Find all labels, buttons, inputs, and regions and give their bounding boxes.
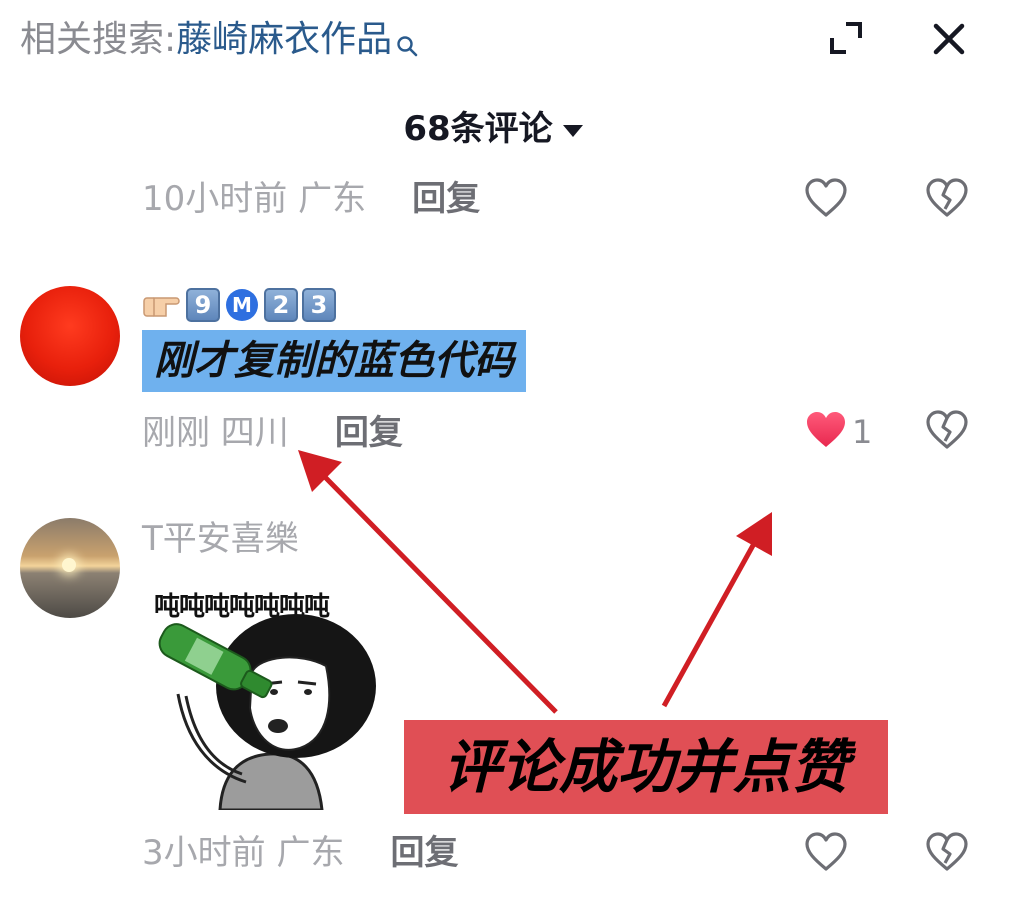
avatar-sun [62, 558, 76, 572]
related-search[interactable]: 相关搜索:藤崎麻衣作品 [20, 16, 418, 70]
circled-m: M [226, 289, 258, 321]
heart-icon[interactable] [804, 410, 848, 454]
reply-button[interactable]: 回复 [390, 833, 458, 873]
avatar[interactable] [20, 286, 120, 386]
caret-down-icon [562, 103, 583, 153]
broken-heart-icon[interactable] [924, 410, 970, 454]
reply-button[interactable]: 回复 [412, 179, 480, 219]
related-search-label: 相关搜索: [20, 19, 177, 60]
keycap-3: 3 [302, 288, 336, 322]
close-icon[interactable] [928, 18, 970, 60]
heart-icon[interactable] [804, 832, 848, 876]
comment-text: 刚才复制的蓝色代码 [142, 330, 526, 392]
expand-icon[interactable] [826, 18, 866, 58]
comment-count: 68条评论 [403, 109, 553, 149]
heart-icon[interactable] [804, 178, 848, 222]
pointing-hand-icon [142, 286, 182, 324]
reply-button[interactable]: 回复 [335, 413, 403, 453]
related-search-query[interactable]: 藤崎麻衣作品 [176, 19, 392, 60]
broken-heart-icon[interactable] [924, 178, 970, 222]
annotation-banner: 评论成功并点赞 [404, 720, 888, 814]
comment-meta: 3小时前 广东 回复 [142, 830, 458, 876]
comment-panel: 相关搜索:藤崎麻衣作品 68条评论 10小时前 广东 回复 9 M 2 3 刚才复… [0, 0, 1024, 910]
search-icon [396, 22, 418, 70]
comment-time-location: 10小时前 广东 [142, 179, 367, 219]
keycap-9: 9 [186, 288, 220, 322]
comment-meta: 10小时前 广东 回复 [142, 176, 480, 222]
keycap-2: 2 [264, 288, 298, 322]
broken-heart-icon[interactable] [924, 832, 970, 876]
avatar[interactable] [20, 518, 120, 618]
comment-count-selector[interactable]: 68条评论 [0, 104, 986, 154]
comment-meta: 刚刚 四川 回复 [142, 410, 403, 456]
username[interactable]: T平安喜樂 [142, 516, 299, 562]
emoji-line: 9 M 2 3 [142, 286, 336, 324]
like-count: 1 [852, 413, 873, 451]
sticker-image[interactable]: 吨吨吨吨吨吨吨 [150, 586, 390, 810]
comment-time-location: 3小时前 广东 [142, 833, 345, 873]
comment-time-location: 刚刚 四川 [142, 413, 289, 453]
